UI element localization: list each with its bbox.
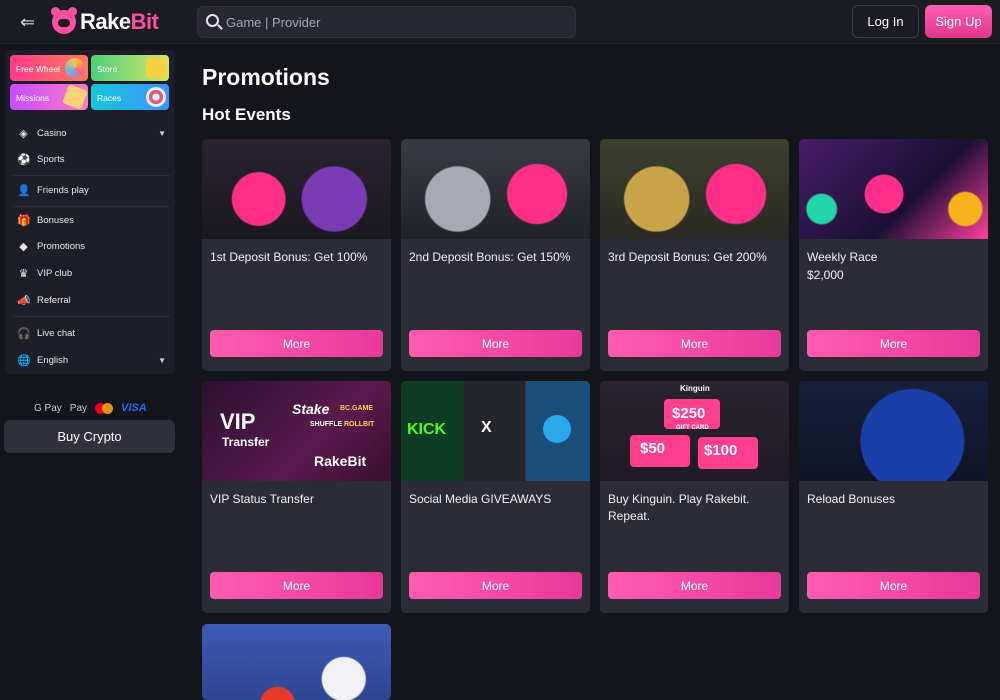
- buy-crypto-button[interactable]: Buy Crypto: [4, 420, 175, 453]
- promo-card-reload-bonuses: Reload Bonuses More: [799, 381, 988, 613]
- sidebar-item-bonuses[interactable]: 🎁 Bonuses: [15, 211, 170, 231]
- promo-card-weekly-race: Weekly Race $2,000 More: [799, 139, 988, 371]
- headset-icon: 🎧: [17, 328, 31, 340]
- promo-card-second-deposit: 2nd Deposit Bonus: Get 150% More: [401, 139, 590, 371]
- search-bar[interactable]: [197, 6, 576, 38]
- bear-treasure-image: [202, 139, 391, 239]
- promo-card-partial: [202, 624, 391, 700]
- more-button[interactable]: More: [210, 572, 383, 599]
- wheel-icon: [65, 58, 85, 78]
- more-button[interactable]: More: [608, 572, 781, 599]
- google-pay-icon: G Pay: [34, 402, 62, 414]
- sidebar-item-vip-club[interactable]: ♛ VIP club: [15, 264, 170, 284]
- gift-icon: 🎁: [17, 215, 31, 227]
- payment-methods: G Pay Pay VISA: [34, 401, 154, 415]
- sidebar-item-promotions[interactable]: ◆ Promotions: [15, 237, 170, 257]
- logo-text: RakeBit: [80, 9, 159, 34]
- ball-icon: ⚽: [17, 154, 31, 166]
- store-icon: [146, 58, 166, 78]
- bunny-image: [202, 624, 391, 700]
- vip-transfer-image: VIP Transfer Stake BC.GAME SHUFFLE ROLLB…: [202, 381, 391, 481]
- sidebar-item-live-chat[interactable]: 🎧 Live chat: [15, 324, 170, 344]
- promo-card-vip-transfer: VIP Transfer Stake BC.GAME SHUFFLE ROLLB…: [202, 381, 391, 613]
- divider: [13, 316, 170, 317]
- login-button[interactable]: Log In: [852, 5, 919, 38]
- promo-card-social-giveaways: KICK X Social Media GIVEAWAYS More: [401, 381, 590, 613]
- gift-cards-image: Kinguin $250 GIFT CARD $50 $100: [600, 381, 789, 481]
- divider: [13, 175, 170, 176]
- megaphone-icon: 📣: [17, 295, 31, 307]
- signup-button[interactable]: Sign Up: [925, 5, 992, 38]
- chevron-down-icon[interactable]: ▼: [158, 124, 166, 144]
- more-button[interactable]: More: [210, 330, 383, 357]
- more-button[interactable]: More: [807, 572, 980, 599]
- missions-icon: [62, 84, 88, 110]
- more-button[interactable]: More: [409, 330, 582, 357]
- section-title: Hot Events: [202, 105, 291, 124]
- sidebar-item-referral[interactable]: 📣 Referral: [15, 291, 170, 311]
- chevron-down-icon[interactable]: ▼: [158, 351, 166, 371]
- friends-icon: 👤: [17, 185, 31, 197]
- sidebar-item-casino[interactable]: ◈ Casino ▼: [15, 124, 170, 144]
- bear-treasure-image: [401, 139, 590, 239]
- top-header: ⇐ RakeBit Log In Sign Up: [0, 0, 1000, 44]
- more-button[interactable]: More: [409, 572, 582, 599]
- globe-icon: 🌐: [17, 355, 31, 367]
- apple-pay-icon: Pay: [69, 402, 88, 414]
- athletes-image: [799, 381, 988, 481]
- search-icon: [206, 14, 219, 27]
- store-tile[interactable]: Store: [91, 55, 169, 81]
- promo-icon: ◆: [19, 241, 28, 253]
- more-button[interactable]: More: [608, 330, 781, 357]
- bear-logo-icon: [51, 7, 77, 34]
- prize-amount: $2,000: [807, 268, 844, 282]
- race-image: [799, 139, 988, 239]
- visa-icon: VISA: [121, 402, 147, 414]
- page-title: Promotions: [202, 64, 330, 90]
- sidebar-item-language[interactable]: 🌐 English ▼: [15, 351, 170, 371]
- sidebar: Free Wheel Store Missions Races ◈ Casino…: [5, 50, 175, 374]
- promo-card-third-deposit: 3rd Deposit Bonus: Get 200% More: [600, 139, 789, 371]
- mastercard-icon: [95, 402, 114, 414]
- bear-treasure-image: [600, 139, 789, 239]
- search-input[interactable]: [226, 7, 566, 37]
- missions-tile[interactable]: Missions: [10, 84, 88, 110]
- promo-card-first-deposit: 1st Deposit Bonus: Get 100% More: [202, 139, 391, 371]
- free-wheel-tile[interactable]: Free Wheel: [10, 55, 88, 81]
- collapse-menu-icon[interactable]: ⇐: [20, 12, 40, 32]
- sidebar-item-friends-play[interactable]: 👤 Friends play: [15, 181, 170, 201]
- divider: [13, 206, 170, 207]
- telegram-icon: [543, 415, 571, 443]
- sidebar-item-sports[interactable]: ⚽ Sports: [15, 150, 170, 170]
- crown-icon: ♛: [18, 268, 29, 280]
- cube-icon: ◈: [19, 128, 28, 140]
- more-button[interactable]: More: [807, 330, 980, 357]
- social-media-image: KICK X: [401, 381, 590, 481]
- races-tile[interactable]: Races: [91, 84, 169, 110]
- rakebit-logo[interactable]: RakeBit: [51, 7, 159, 35]
- target-icon: [146, 87, 166, 107]
- promo-card-kinguin: Kinguin $250 GIFT CARD $50 $100 Buy King…: [600, 381, 789, 613]
